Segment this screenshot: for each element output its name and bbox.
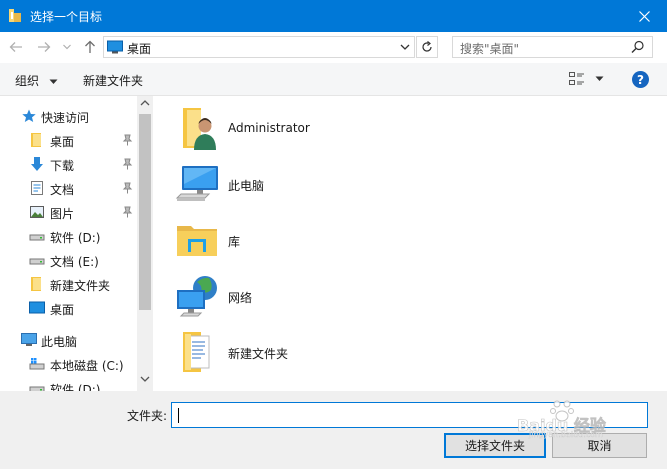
computer-icon [175,166,218,201]
user-folder-icon [183,108,216,150]
nav-label: 软件 (D:) [50,231,101,245]
close-button[interactable] [621,0,667,32]
chevron-up-icon[interactable] [140,99,150,107]
folder-icon [31,133,41,147]
recent-locations-button[interactable] [62,39,72,55]
title-bar: 选择一个目标 [0,0,667,32]
command-bar: 组织 新建文件夹 ? [0,63,667,96]
list-item-this-pc[interactable]: 此电脑 [173,160,473,210]
document-icon [31,181,43,195]
address-bar[interactable]: 桌面 [103,36,415,58]
nav-item-pictures[interactable]: 图片 [0,201,136,223]
search-icon [631,40,644,53]
nav-label: 文档 (E:) [50,255,99,269]
chevron-down-icon[interactable] [398,40,412,54]
search-input[interactable]: 搜索"桌面" [452,36,653,58]
up-button[interactable] [82,39,98,55]
nav-item-drive-d-pc[interactable]: 软件 (D:) [0,377,136,391]
new-folder-button[interactable]: 新建文件夹 [83,72,143,89]
nav-label: 软件 (D:) [50,383,101,391]
refresh-button[interactable] [416,36,438,58]
help-button[interactable]: ? [632,71,649,88]
close-icon [638,10,650,22]
item-label: 新建文件夹 [228,347,289,361]
navigation-pane: 快速访问 桌面 下载 文档 图片 软件 (D:) 文档 (E:) 新建文件夹 桌… [0,96,153,391]
desktop-icon [107,40,123,54]
download-icon [31,157,43,171]
network-icon [177,276,217,317]
nav-this-pc[interactable]: 此电脑 [0,329,136,351]
list-item-network[interactable]: 网络 [173,272,473,322]
drive-icon [29,234,45,241]
back-button[interactable] [8,39,24,55]
drive-icon [29,258,45,265]
watermark-subtext: jingyan.baidu.com [529,430,603,439]
drive-icon [29,386,45,391]
nav-item-desktop[interactable]: 桌面 [0,297,136,319]
nav-item-documents[interactable]: 文档 [0,177,136,199]
details-view-icon [569,72,584,85]
arrow-up-icon [85,40,95,53]
folder-label: 文件夹: [127,409,168,423]
view-options-button[interactable] [569,71,609,88]
nav-scrollbar[interactable] [137,96,153,391]
nav-label: 新建文件夹 [50,279,111,293]
nav-item-new-folder[interactable]: 新建文件夹 [0,273,136,295]
chevron-down-icon[interactable] [140,375,150,383]
file-list: Administrator 此电脑 库 网络 新建文件夹 [153,96,667,391]
pin-icon[interactable] [122,134,133,146]
nav-label: 图片 [50,207,75,221]
nav-label: 此电脑 [41,335,78,349]
chevron-down-icon [63,44,71,50]
text-caret [178,408,179,423]
nav-label: 快速访问 [41,111,90,125]
star-icon [22,109,36,122]
address-row: 桌面 搜索"桌面" [0,32,667,62]
nav-label: 下载 [50,159,75,173]
nav-quick-access[interactable]: 快速访问 [0,105,136,127]
nav-label: 桌面 [50,135,75,149]
forward-button[interactable] [36,39,52,55]
desktop-icon [29,301,45,314]
nav-label: 桌面 [50,303,75,317]
address-current-location: 桌面 [127,42,152,56]
baidu-watermark: Baidu 经验 jingyan.baidu.com [505,398,635,440]
list-item-new-folder[interactable]: 新建文件夹 [173,328,473,378]
arrow-right-icon [38,42,51,52]
nav-item-drive-e[interactable]: 文档 (E:) [0,249,136,271]
folder-icon [31,277,41,291]
pin-icon[interactable] [122,182,133,194]
item-label: 此电脑 [228,179,265,193]
nav-item-desktop-folder[interactable]: 桌面 [0,129,136,151]
nav-label: 文档 [50,183,75,197]
nav-item-drive-d[interactable]: 软件 (D:) [0,225,136,247]
list-item-libraries[interactable]: 库 [173,216,473,266]
refresh-icon [422,41,432,52]
arrow-left-icon [9,42,22,52]
nav-item-downloads[interactable]: 下载 [0,153,136,175]
item-label: Administrator [228,121,310,135]
list-item-administrator[interactable]: Administrator [173,104,473,154]
organize-menu[interactable]: 组织 [15,72,58,89]
scrollbar-thumb[interactable] [139,114,151,310]
windows-drive-icon [29,358,45,370]
nav-label: 本地磁盘 (C:) [50,359,124,373]
caret-down-icon [49,79,58,84]
picture-icon [30,206,44,218]
folder-with-files-icon [183,332,210,372]
pin-icon[interactable] [122,206,133,218]
computer-icon [21,333,37,346]
library-icon [177,226,217,256]
item-label: 库 [228,235,241,249]
pin-icon[interactable] [122,158,133,170]
nav-item-drive-c[interactable]: 本地磁盘 (C:) [0,353,136,375]
search-placeholder: 搜索"桌面" [460,42,520,56]
window-title: 选择一个目标 [30,10,103,24]
item-label: 网络 [228,291,253,305]
folder-select-icon [9,9,21,22]
caret-down-icon [595,76,604,81]
organize-label: 组织 [15,74,40,88]
